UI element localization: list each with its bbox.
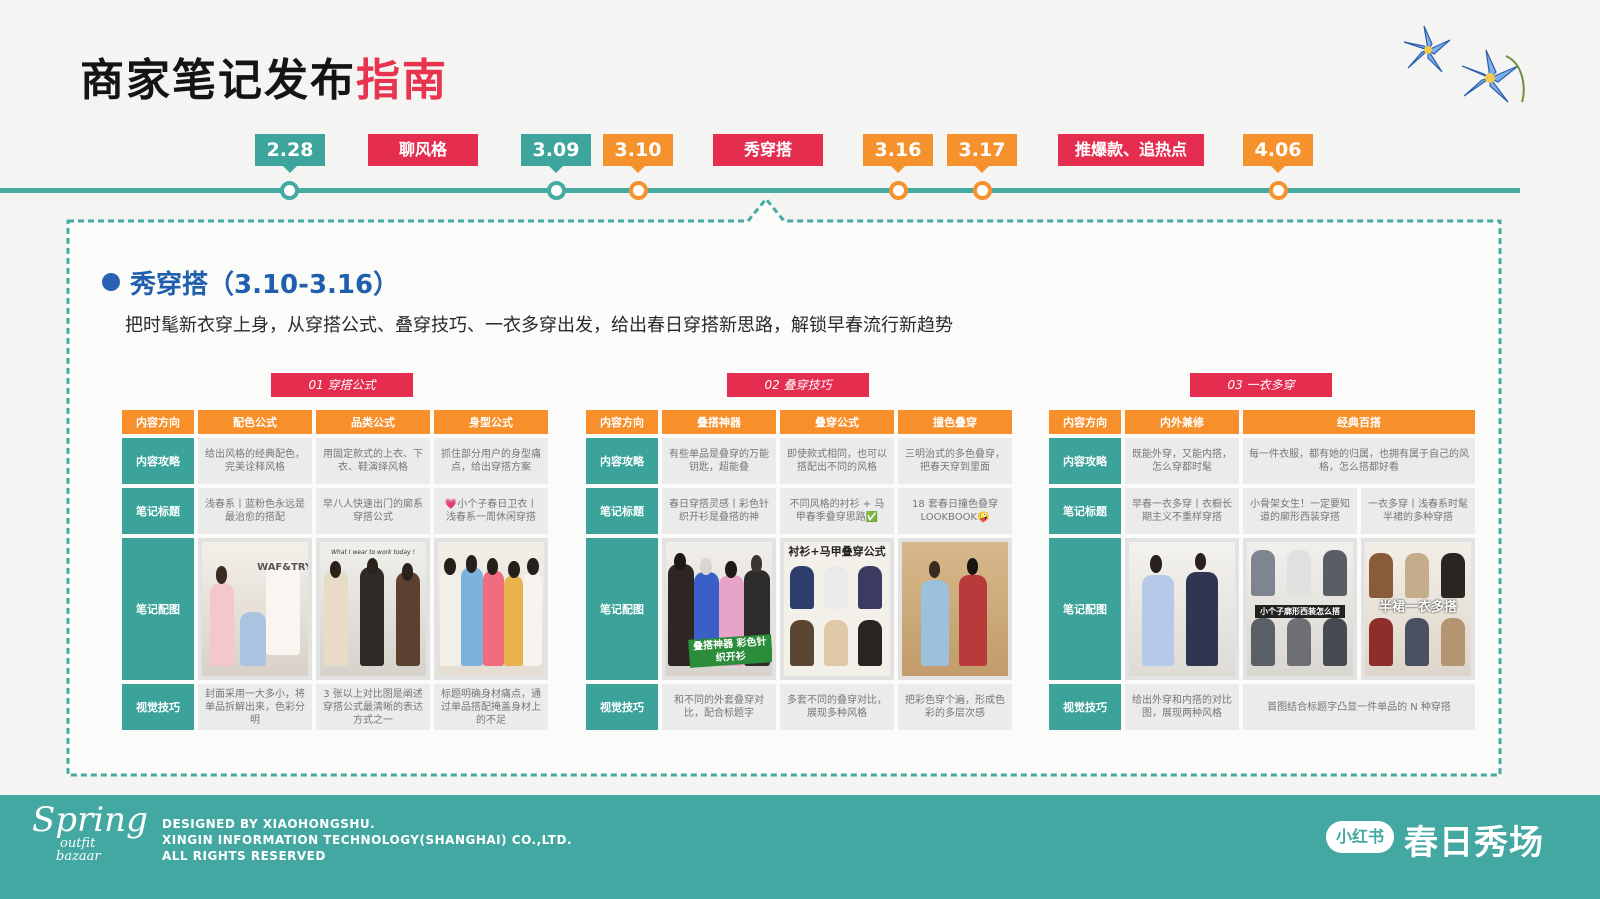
photo-caption: What I wear to work today ! — [331, 549, 415, 557]
timeline-tag[interactable]: 3.17 — [947, 134, 1017, 173]
row-label-visual: 视觉技巧 — [1049, 684, 1121, 730]
row-label-note-title: 笔记标题 — [1049, 488, 1121, 534]
row-label-direction: 内容方向 — [586, 410, 658, 434]
row-label-strategy: 内容攻略 — [586, 438, 658, 484]
outfit-photo[interactable]: 衬衫+马甲叠穿公式 — [780, 538, 894, 680]
column-header: 叠搭神器 — [662, 410, 776, 434]
strategy-cell: 即使款式相同，也可以搭配出不同的风格 — [780, 438, 894, 484]
visual-tip-cell: 首图结合标题字凸显一件单品的 N 种穿搭 — [1243, 684, 1475, 730]
note-title-cell: 小骨架女生！一定要知道的廓形西装穿搭 — [1243, 488, 1357, 534]
layering-table: 内容方向 叠搭神器 叠穿公式 撞色叠穿 内容攻略 有些单品是叠穿的万能钥匙，超能… — [586, 410, 1016, 730]
column-header: 叠穿公式 — [780, 410, 894, 434]
legal-line: ALL RIGHTS RESERVED — [162, 849, 326, 863]
outfit-photo[interactable]: 半裙一衣多搭 — [1361, 538, 1475, 680]
note-title-cell: 💗小个子春日卫衣丨浅春系一周休闲穿搭 — [434, 488, 548, 534]
row-label-strategy: 内容攻略 — [122, 438, 194, 484]
outfit-photo[interactable]: What I wear to work today ! — [316, 538, 430, 680]
timeline-tag[interactable]: 推爆款、追热点 — [1058, 134, 1204, 166]
strategy-cell: 既能外穿，又能内搭，怎么穿都时髦 — [1125, 438, 1239, 484]
visual-tip-cell: 和不同的外套叠穿对比，配合标题字 — [662, 684, 776, 730]
column-header: 配色公式 — [198, 410, 312, 434]
one-item-many-looks-table: 内容方向 内外兼修 经典百搭 内容攻略 既能外穿，又能内搭，怎么穿都时髦 每一件… — [1049, 410, 1479, 730]
section-heading: 秀穿搭（3.10-3.16） — [102, 264, 399, 301]
visual-tip-cell: 多套不同的叠穿对比，展现多种风格 — [780, 684, 894, 730]
row-label-visual: 视觉技巧 — [122, 684, 194, 730]
outfit-photo[interactable]: 衬衫+马甲叠穿公式 — [898, 538, 1012, 680]
group-title-2: 02 叠穿技巧 — [727, 373, 869, 397]
outfit-photo[interactable]: 叠搭神器 彩色针织开衫 — [662, 538, 776, 680]
campaign-title: 春日秀场 — [1404, 823, 1544, 863]
column-header: 经典百搭 — [1243, 410, 1475, 434]
title-main: 商家笔记发布 — [80, 55, 356, 106]
legal-line: XINGIN INFORMATION TECHNOLOGY(SHANGHAI) … — [162, 833, 573, 847]
note-title-cell: 一衣多穿丨浅春系时髦半裙的多种穿搭 — [1361, 488, 1475, 534]
spring-outfit-bazaar-logo: Spring outfit bazaar — [32, 803, 148, 863]
column-header: 内外兼修 — [1125, 410, 1239, 434]
timeline-tag[interactable]: 3.09 — [521, 134, 591, 173]
visual-tip-cell: 3 张以上对比图是阐述穿搭公式最清晰的表达方式之一 — [316, 684, 430, 730]
timeline-tag[interactable]: 秀穿搭 — [713, 134, 823, 166]
strategy-cell: 抓住部分用户的身型痛点，给出穿搭方案 — [434, 438, 548, 484]
page-title: 商家笔记发布指南 — [80, 44, 448, 108]
group-title-3: 03 一衣多穿 — [1190, 373, 1332, 397]
column-header: 身型公式 — [434, 410, 548, 434]
legal-line: DESIGNED BY XIAOHONGSHU. — [162, 817, 376, 831]
section-heading-text: 秀穿搭（3.10-3.16） — [130, 270, 400, 300]
visual-tip-cell: 把彩色穿个遍，形成色彩的多层次感 — [898, 684, 1012, 730]
timeline-tag[interactable]: 2.28 — [255, 134, 325, 173]
xiaohongshu-logo: 小红书 — [1326, 821, 1395, 853]
title-highlight: 指南 — [356, 55, 448, 106]
note-title-cell: 早春一衣多穿丨衣橱长期主义不重样穿搭 — [1125, 488, 1239, 534]
outfit-photo[interactable] — [434, 538, 548, 680]
row-label-images: 笔记配图 — [122, 538, 194, 680]
row-label-note-title: 笔记标题 — [122, 488, 194, 534]
note-title-cell: 不同风格的衬衫 + 马甲春季叠穿思路✅ — [780, 488, 894, 534]
row-label-images: 笔记配图 — [586, 538, 658, 680]
row-label-direction: 内容方向 — [1049, 410, 1121, 434]
row-label-visual: 视觉技巧 — [586, 684, 658, 730]
group-title-1: 01 穿搭公式 — [271, 373, 413, 397]
timeline-axis — [0, 188, 1520, 193]
photo-caption: 半裙一衣多搭 — [1378, 599, 1457, 615]
visual-tip-cell: 给出外穿和内搭的对比图，展现两种风格 — [1125, 684, 1239, 730]
flower-icon — [1403, 25, 1525, 103]
bullet-icon — [102, 273, 120, 291]
outfit-photo[interactable] — [1125, 538, 1239, 680]
outfit-photo[interactable]: 小个子廓形西装怎么搭 — [1243, 538, 1357, 680]
row-label-note-title: 笔记标题 — [586, 488, 658, 534]
note-title-cell: 早八人快速出门的廓系穿搭公式 — [316, 488, 430, 534]
legal-notice: DESIGNED BY XIAOHONGSHU. XINGIN INFORMAT… — [162, 816, 572, 864]
row-label-direction: 内容方向 — [122, 410, 194, 434]
strategy-cell: 用固定款式的上衣、下衣、鞋演绎风格 — [316, 438, 430, 484]
photo-caption: 衬衫+马甲叠穿公式 — [788, 544, 886, 558]
row-label-strategy: 内容攻略 — [1049, 438, 1121, 484]
timeline-tag[interactable]: 3.16 — [863, 134, 933, 173]
column-header: 撞色叠穿 — [898, 410, 1012, 434]
note-title-cell: 18 套春日撞色叠穿 LOOKBOOK🤪 — [898, 488, 1012, 534]
logo-line: Spring — [32, 800, 148, 840]
formula-table: 内容方向 配色公式 品类公式 身型公式 内容攻略 给出风格的经典配色，完美诠释风… — [122, 410, 552, 730]
timeline-tag[interactable]: 3.10 — [603, 134, 673, 173]
outfit-photo[interactable]: WAF&TRY — [198, 538, 312, 680]
note-title-cell: 浅春系丨蓝粉色永远是最治愈的搭配 — [198, 488, 312, 534]
strategy-cell: 每一件衣服，都有她的归属，也拥有属于自己的风格，怎么搭都好看 — [1243, 438, 1475, 484]
column-header: 品类公式 — [316, 410, 430, 434]
visual-tip-cell: 封面采用一大多小，将单品拆解出来，色彩分明 — [198, 684, 312, 730]
strategy-cell: 给出风格的经典配色，完美诠释风格 — [198, 438, 312, 484]
row-label-images: 笔记配图 — [1049, 538, 1121, 680]
timeline-tag[interactable]: 4.06 — [1243, 134, 1313, 173]
strategy-cell: 三明治式的多色叠穿，把春天穿到里面 — [898, 438, 1012, 484]
footer: Spring outfit bazaar DESIGNED BY XIAOHON… — [0, 795, 1600, 899]
section-description: 把时髦新衣穿上身，从穿搭公式、叠穿技巧、一衣多穿出发，给出春日穿搭新思路，解锁早… — [125, 315, 953, 336]
logo-line: bazaar — [56, 849, 101, 864]
photo-caption: WAF&TRY — [257, 561, 308, 573]
timeline-tag[interactable]: 聊风格 — [368, 134, 478, 166]
photo-caption: 小个子廓形西装怎么搭 — [1255, 604, 1345, 618]
strategy-cell: 有些单品是叠穿的万能钥匙，超能叠 — [662, 438, 776, 484]
note-title-cell: 春日穿搭灵感丨彩色针织开衫是叠搭的神 — [662, 488, 776, 534]
visual-tip-cell: 标题明确身材痛点，通过单品搭配掩盖身材上的不足 — [434, 684, 548, 730]
